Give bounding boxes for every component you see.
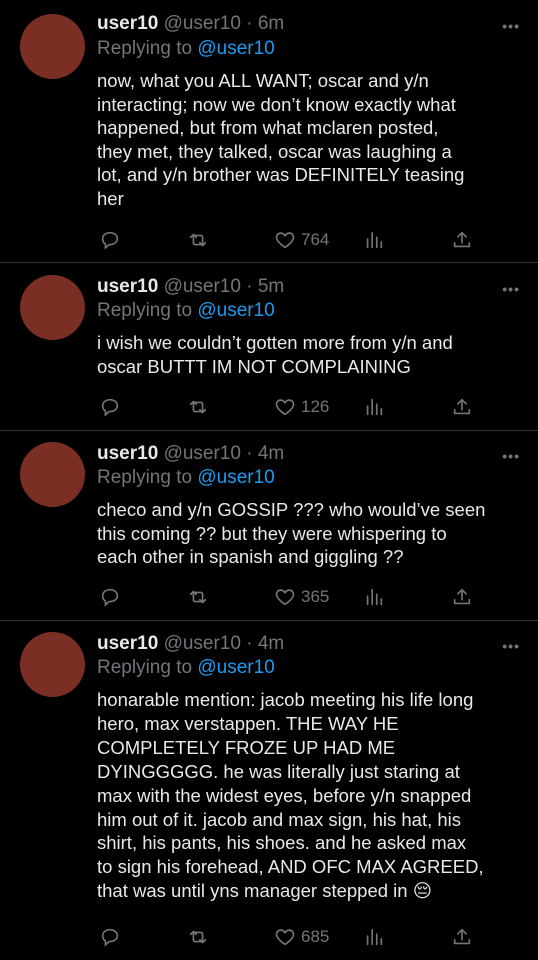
like-count: 365 — [301, 587, 330, 606]
avatar[interactable] — [20, 14, 85, 79]
tweet[interactable]: user10 @user10 · 4m ••• Replying to @use… — [0, 431, 538, 621]
more-icon[interactable]: ••• — [502, 448, 520, 464]
tweet-actions: 126 — [97, 395, 477, 419]
tweet-text: now, what you ALL WANT; oscar and y/n in… — [97, 70, 465, 209]
reply-icon — [101, 231, 119, 250]
like-count: 685 — [301, 927, 330, 946]
analytics-icon — [366, 231, 383, 249]
tweet-actions: 365 — [97, 585, 477, 609]
like-button[interactable]: 126 — [274, 395, 329, 419]
like-icon — [275, 399, 295, 416]
like-count: 764 — [301, 230, 330, 249]
tweet[interactable]: user10 @user10 · 6m ••• Replying to @use… — [0, 0, 538, 263]
tweet-actions: 685 — [97, 925, 477, 949]
tweet-header: user10 @user10 · 4m — [97, 633, 284, 655]
share-button[interactable] — [451, 585, 473, 609]
retweet-button[interactable] — [187, 228, 209, 252]
reply-button[interactable] — [99, 395, 121, 419]
replying-to-label: Replying to — [97, 300, 198, 321]
analytics-button[interactable] — [363, 395, 385, 419]
like-button[interactable]: 764 — [274, 228, 329, 252]
user-handle[interactable]: @user10 — [164, 633, 241, 654]
more-icon[interactable]: ••• — [502, 281, 520, 297]
analytics-icon — [366, 588, 383, 606]
mention-link[interactable]: @user10 — [197, 38, 274, 59]
replying-to: Replying to @user10 — [97, 300, 275, 322]
like-button[interactable]: 685 — [274, 925, 329, 949]
retweet-icon — [189, 233, 207, 247]
user-handle[interactable]: @user10 — [164, 276, 241, 297]
tweet-text: honarable mention: jacob meeting his lif… — [97, 689, 484, 902]
share-icon — [453, 588, 471, 605]
mention-link[interactable]: @user10 — [197, 300, 274, 321]
replying-to-label: Replying to — [97, 657, 198, 678]
share-button[interactable] — [451, 925, 473, 949]
retweet-icon — [189, 590, 207, 604]
reply-button[interactable] — [99, 585, 121, 609]
timestamp[interactable]: 6m — [258, 13, 284, 34]
replying-to-label: Replying to — [97, 38, 198, 59]
replying-to: Replying to @user10 — [97, 657, 275, 679]
display-name[interactable]: user10 — [97, 633, 158, 654]
like-icon — [275, 929, 295, 946]
share-icon — [453, 398, 471, 415]
avatar[interactable] — [20, 275, 85, 340]
analytics-button[interactable] — [363, 925, 385, 949]
retweet-icon — [189, 400, 207, 414]
separator-dot: · — [246, 276, 253, 297]
more-icon[interactable]: ••• — [502, 18, 520, 34]
analytics-button[interactable] — [363, 585, 385, 609]
tweet[interactable]: user10 @user10 · 4m ••• Replying to @use… — [0, 621, 538, 960]
like-icon — [275, 589, 295, 606]
timestamp[interactable]: 5m — [258, 276, 284, 297]
more-icon[interactable]: ••• — [502, 638, 520, 654]
separator-dot: · — [246, 633, 253, 654]
display-name[interactable]: user10 — [97, 276, 158, 297]
user-handle[interactable]: @user10 — [164, 13, 241, 34]
reply-icon — [101, 928, 119, 947]
share-icon — [453, 231, 471, 248]
like-count: 126 — [301, 397, 330, 416]
reply-button[interactable] — [99, 925, 121, 949]
display-name[interactable]: user10 — [97, 13, 158, 34]
share-icon — [453, 928, 471, 945]
mention-link[interactable]: @user10 — [197, 467, 274, 488]
analytics-icon — [366, 398, 383, 416]
separator-dot: · — [246, 13, 253, 34]
retweet-button[interactable] — [187, 925, 209, 949]
share-button[interactable] — [451, 228, 473, 252]
replying-to: Replying to @user10 — [97, 467, 275, 489]
tweet-header: user10 @user10 · 5m — [97, 276, 284, 298]
reply-button[interactable] — [99, 228, 121, 252]
tweet-text: checo and y/n GOSSIP ??? who would’ve se… — [97, 499, 486, 568]
reply-icon — [101, 398, 119, 417]
retweet-icon — [189, 930, 207, 944]
tweet-header: user10 @user10 · 6m — [97, 13, 284, 35]
retweet-button[interactable] — [187, 395, 209, 419]
retweet-button[interactable] — [187, 585, 209, 609]
avatar[interactable] — [20, 442, 85, 507]
separator-dot: · — [246, 443, 253, 464]
replying-to-label: Replying to — [97, 467, 198, 488]
user-handle[interactable]: @user10 — [164, 443, 241, 464]
reply-icon — [101, 588, 119, 607]
timestamp[interactable]: 4m — [258, 633, 284, 654]
analytics-button[interactable] — [363, 228, 385, 252]
replying-to: Replying to @user10 — [97, 38, 275, 60]
display-name[interactable]: user10 — [97, 443, 158, 464]
like-button[interactable]: 365 — [274, 585, 329, 609]
mention-link[interactable]: @user10 — [197, 657, 274, 678]
tweet[interactable]: user10 @user10 · 5m ••• Replying to @use… — [0, 263, 538, 431]
analytics-icon — [366, 928, 383, 946]
share-button[interactable] — [451, 395, 473, 419]
tweet-header: user10 @user10 · 4m — [97, 443, 284, 465]
tweet-text: i wish we couldn’t gotten more from y/n … — [97, 332, 453, 377]
timestamp[interactable]: 4m — [258, 443, 284, 464]
avatar[interactable] — [20, 632, 85, 697]
tweet-actions: 764 — [97, 228, 477, 252]
like-icon — [275, 232, 295, 249]
